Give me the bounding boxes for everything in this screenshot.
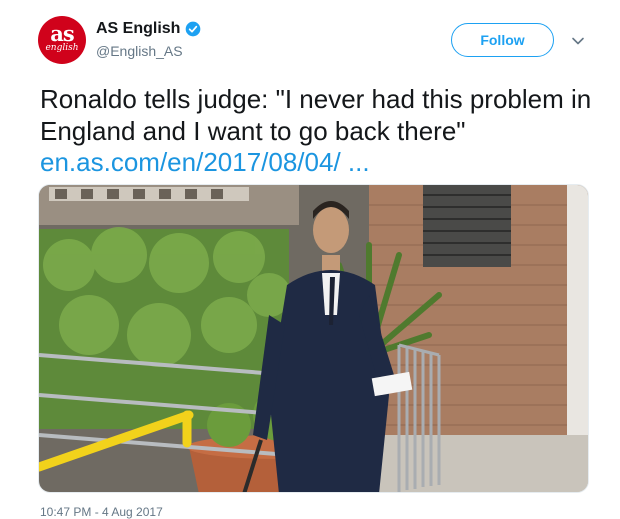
author-handle[interactable]: @English_AS [96,43,183,59]
avatar[interactable]: as english [38,16,86,64]
avatar-logo-text: as [50,21,74,46]
tweet-photo[interactable] [38,184,589,493]
author-name-row[interactable]: AS English [96,20,201,38]
chevron-down-icon[interactable] [571,36,585,46]
tweet-link[interactable]: en.as.com/en/2017/08/04/ ... [40,146,370,178]
photo-illustration [39,185,588,492]
tweet-timestamp[interactable]: 10:47 PM - 4 Aug 2017 [40,505,163,519]
display-name[interactable]: AS English [96,20,180,38]
tweet-text: Ronaldo tells judge: "I never had this p… [40,84,592,146]
verified-badge-icon [186,21,201,37]
avatar-logo-subtext: english [45,43,79,53]
follow-button[interactable]: Follow [451,23,554,57]
